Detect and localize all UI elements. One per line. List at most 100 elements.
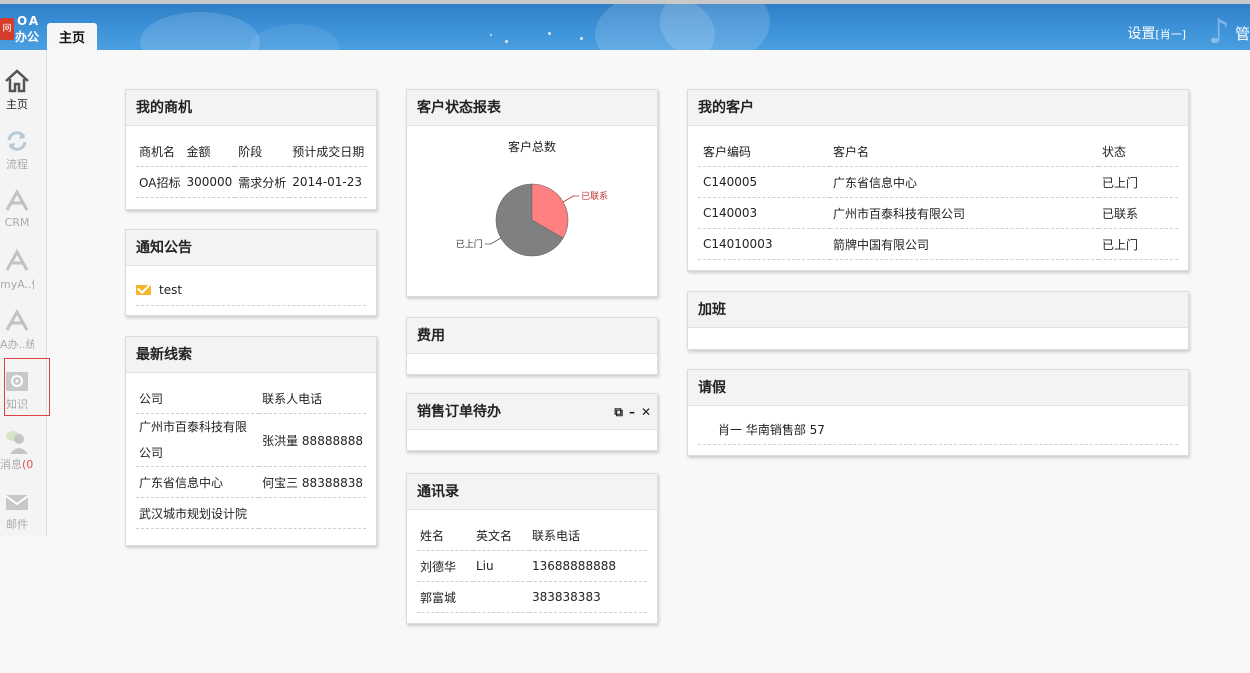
sidebar-item-mail[interactable]: 邮件 <box>0 470 46 531</box>
table-cell[interactable]: C14010003 <box>698 228 830 260</box>
column-header: 金额 <box>183 136 236 167</box>
table-cell: 2014-01-23 <box>289 166 368 198</box>
table-cell <box>473 581 529 613</box>
panel-title: 加班 <box>688 292 1188 328</box>
table-cell[interactable]: 箭牌中国有限公司 <box>830 228 1099 260</box>
close-icon[interactable]: ✕ <box>641 405 651 419</box>
table-cell: 需求分析 <box>235 166 290 198</box>
panel-title-text: 销售订单待办 <box>417 404 501 420</box>
panel-latest-leads: 最新线索 公司 联系人电话 广州市百泰科技有限公司 张洪量 88888888 广… <box>125 336 377 546</box>
table-row[interactable]: 刘德华 Liu 13688888888 <box>417 550 647 582</box>
column-header: 客户名 <box>830 136 1099 167</box>
sidebar-item-label: CRM <box>4 216 30 229</box>
table-cell[interactable]: 刘德华 <box>417 550 473 582</box>
customer-status-pie-chart: 客户总数 已上门 已联系 <box>417 136 647 286</box>
mail-icon <box>5 495 29 510</box>
table-cell[interactable]: C140003 <box>698 197 830 229</box>
sidebar-item-crm[interactable]: CRM <box>0 170 46 230</box>
nav-selection-highlight <box>4 358 50 416</box>
table-cell: 已联系 <box>1099 197 1178 229</box>
table-cell: 何宝三 88388838 <box>259 466 366 498</box>
logo-subtitle: 办公 <box>15 30 40 44</box>
lead-phone: 88888888 <box>301 433 363 448</box>
restore-icon[interactable]: ⧉ <box>614 405 623 419</box>
panel-title: 客户状态报表 <box>407 90 657 126</box>
sidebar-item-home[interactable]: 主页 <box>0 50 46 111</box>
column-header: 商机名 <box>136 136 184 167</box>
pie-label-1: 已联系 <box>581 191 608 202</box>
table-cell[interactable]: 广州市百泰科技有限公司 <box>136 413 260 467</box>
admin-link[interactable]: 管 <box>1235 23 1250 44</box>
lead-contact: 何宝三 <box>262 475 299 490</box>
opportunities-table: 商机名 金额 阶段 预计成交日期 OA招标 300000 需求分析 2014-0… <box>136 136 368 198</box>
column-header: 公司 <box>136 383 260 414</box>
current-user: [肖一] <box>1155 28 1186 41</box>
panel-notices: 通知公告 test <box>125 229 377 316</box>
list-item[interactable]: test <box>136 275 366 306</box>
panel-title: 销售订单待办 ⧉ – ✕ <box>407 394 657 430</box>
table-header-row: 姓名 英文名 联系电话 <box>417 520 647 551</box>
app-logo: 网 OA 办公 <box>0 14 46 48</box>
sidebar-item-mya[interactable]: myA..例 <box>0 230 46 291</box>
column-header: 状态 <box>1099 136 1178 167</box>
column-header: 阶段 <box>235 136 290 167</box>
settings-link[interactable]: 设置[肖一] <box>1127 23 1186 43</box>
table-cell[interactable]: 广东省信息中心 <box>830 166 1099 198</box>
table-cell: 张洪量 88888888 <box>259 413 366 467</box>
table-row[interactable]: C140003 广州市百泰科技有限公司 已联系 <box>698 197 1178 229</box>
table-cell: Liu <box>473 550 529 582</box>
table-row[interactable]: C140005 广东省信息中心 已上门 <box>698 166 1178 198</box>
table-cell[interactable]: C140005 <box>698 166 830 198</box>
panel-sales-orders: 销售订单待办 ⧉ – ✕ <box>406 393 658 451</box>
table-row[interactable]: 郭富城 383838383 <box>417 581 647 613</box>
refresh-icon <box>7 131 27 151</box>
table-cell: 已上门 <box>1099 166 1178 198</box>
table-cell: 383838383 <box>529 581 647 613</box>
table-header-row: 客户编码 客户名 状态 <box>698 136 1178 167</box>
home-icon <box>5 69 29 93</box>
table-row[interactable]: C14010003 箭牌中国有限公司 已上门 <box>698 228 1178 260</box>
table-cell[interactable]: 广东省信息中心 <box>136 466 260 498</box>
table-cell <box>259 497 366 529</box>
table-row[interactable]: OA招标 300000 需求分析 2014-01-23 <box>136 166 368 198</box>
list-item[interactable]: 肖一 华南销售部 57 <box>698 415 1178 445</box>
top-bar: 网 OA 办公 主页 ♪ 设置[肖一] 管 <box>0 0 1250 50</box>
table-cell[interactable]: 郭富城 <box>417 581 473 613</box>
table-row[interactable]: 武汉城市规划设计院 <box>136 497 366 529</box>
sidebar-item-office-system[interactable]: A办..统 <box>0 290 46 351</box>
minimize-icon[interactable]: – <box>629 405 635 419</box>
panel-title: 我的商机 <box>126 90 376 126</box>
column-header: 联系人电话 <box>259 383 366 414</box>
panel-customer-status-report: 客户状态报表 客户总数 已上门 已联系 <box>406 89 658 297</box>
panel-tools: ⧉ – ✕ <box>608 394 651 430</box>
tab-home[interactable]: 主页 <box>47 23 97 50</box>
column-header: 英文名 <box>473 520 529 551</box>
panel-title: 请假 <box>688 370 1188 406</box>
leads-table: 公司 联系人电话 广州市百泰科技有限公司 张洪量 88888888 广东省信息中… <box>136 383 366 529</box>
table-cell[interactable]: 武汉城市规划设计院 <box>136 497 260 529</box>
table-header-row: 商机名 金额 阶段 预计成交日期 <box>136 136 368 167</box>
sidebar-item-messages[interactable]: 消息(0) <box>0 410 46 471</box>
panel-contacts: 通讯录 姓名 英文名 联系电话 刘德华 Liu 13688888888 郭富城 … <box>406 473 658 624</box>
panel-title: 通知公告 <box>126 230 376 266</box>
sidebar-item-workflow[interactable]: 流程 <box>0 110 46 171</box>
lead-contact: 张洪量 <box>262 433 299 448</box>
side-nav: 主页 流程 CRM myA..例 A办..统 知识 <box>0 50 47 536</box>
table-cell: 13688888888 <box>529 550 647 582</box>
sidebar-item-label: 邮件 <box>6 518 28 531</box>
table-row[interactable]: 广州市百泰科技有限公司 张洪量 88888888 <box>136 413 366 467</box>
table-cell: 300000 <box>183 166 236 198</box>
table-cell[interactable]: 广州市百泰科技有限公司 <box>830 197 1099 229</box>
music-note-icon: ♪ <box>1208 12 1230 50</box>
table-row[interactable]: 广东省信息中心 何宝三 88388838 <box>136 466 366 498</box>
panel-my-customers: 我的客户 客户编码 客户名 状态 C140005 广东省信息中心 已上门 C14… <box>687 89 1189 271</box>
envelope-icon <box>136 285 151 295</box>
chart-title: 客户总数 <box>508 139 556 154</box>
column-header: 预计成交日期 <box>289 136 368 167</box>
customers-table: 客户编码 客户名 状态 C140005 广东省信息中心 已上门 C140003 … <box>698 136 1178 260</box>
table-cell: 已上门 <box>1099 228 1178 260</box>
panel-title: 最新线索 <box>126 337 376 373</box>
table-cell[interactable]: OA招标 <box>136 166 184 198</box>
pie-label-0: 已上门 <box>456 238 483 250</box>
notice-title[interactable]: test <box>159 283 182 297</box>
